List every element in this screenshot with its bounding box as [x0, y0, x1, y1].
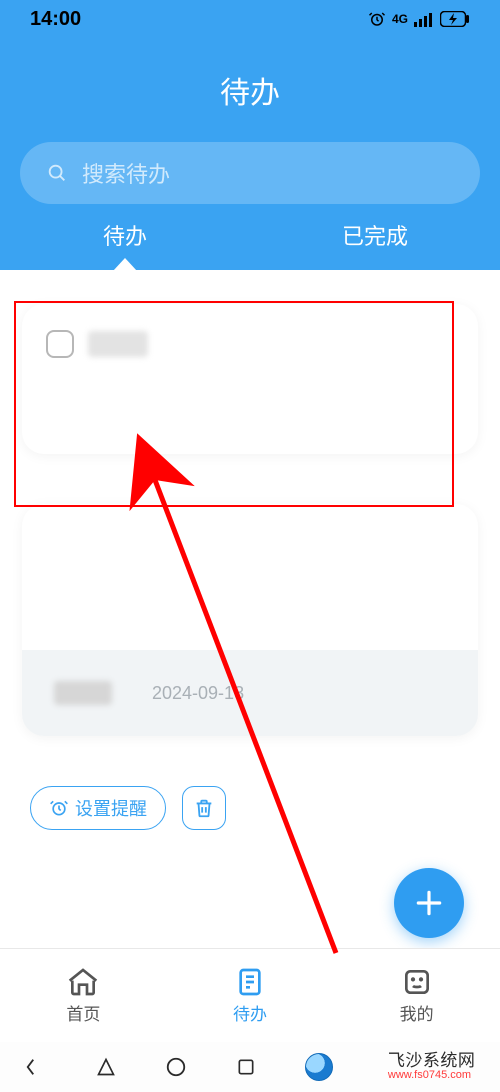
content-area: 2024-09-13 设置提醒: [0, 270, 500, 948]
system-recent-icon[interactable]: [236, 1057, 256, 1077]
battery-icon: [440, 11, 470, 27]
app-header: 14:00 4G 待办 搜索待办 待办 已完成: [0, 0, 500, 270]
card-footer: 2024-09-13: [22, 650, 478, 736]
status-indicators: 4G: [368, 10, 470, 28]
alarm-icon: [49, 798, 69, 818]
todo-item-text: [88, 331, 148, 357]
search-input[interactable]: 搜索待办: [20, 142, 480, 204]
todo-card[interactable]: [22, 304, 478, 454]
profile-icon: [401, 966, 433, 998]
watermark: 飞沙系统网 www.fs0745.com: [280, 1052, 500, 1081]
set-reminder-label: 设置提醒: [75, 795, 147, 821]
tab-completed[interactable]: 已完成: [250, 226, 500, 270]
tab-pending[interactable]: 待办: [0, 226, 250, 270]
watermark-logo-icon: [305, 1053, 333, 1081]
tabs: 待办 已完成: [0, 226, 500, 270]
nav-todo[interactable]: 待办: [167, 949, 334, 1042]
signal-icon: [414, 11, 434, 27]
nav-home[interactable]: 首页: [0, 949, 167, 1042]
card-date: 2024-09-13: [152, 683, 244, 704]
todo-icon: [234, 966, 266, 998]
nav-profile[interactable]: 我的: [333, 949, 500, 1042]
tab-label: 已完成: [342, 224, 408, 249]
network-label: 4G: [392, 12, 408, 26]
tab-label: 待办: [103, 224, 147, 249]
system-back-icon[interactable]: [96, 1057, 116, 1077]
status-bar: 14:00 4G: [0, 0, 500, 36]
home-icon: [67, 966, 99, 998]
nav-label: 待办: [233, 1000, 267, 1025]
system-home-icon[interactable]: [165, 1056, 187, 1078]
dated-todo-card[interactable]: 2024-09-13: [22, 504, 478, 736]
search-placeholder: 搜索待办: [82, 157, 170, 189]
set-reminder-button[interactable]: 设置提醒: [30, 786, 166, 830]
search-icon: [46, 162, 68, 184]
action-row: 设置提醒: [30, 786, 478, 830]
nav-label: 首页: [66, 1000, 100, 1025]
system-nav-bar: 飞沙系统网 www.fs0745.com: [0, 1042, 500, 1092]
add-todo-fab[interactable]: [394, 868, 464, 938]
card-footer-label: [54, 681, 112, 705]
bottom-nav: 首页 待办 我的: [0, 948, 500, 1042]
page-title: 待办: [0, 68, 500, 112]
alarm-icon: [368, 10, 386, 28]
watermark-url: www.fs0745.com: [388, 1070, 476, 1082]
watermark-brand: 飞沙系统网: [388, 1052, 476, 1070]
plus-icon: [413, 887, 445, 919]
todo-checkbox[interactable]: [46, 330, 74, 358]
system-menu-icon[interactable]: [25, 1056, 47, 1078]
status-time: 14:00: [30, 8, 81, 31]
trash-icon: [193, 797, 215, 819]
delete-button[interactable]: [182, 786, 226, 830]
nav-label: 我的: [400, 1000, 434, 1025]
